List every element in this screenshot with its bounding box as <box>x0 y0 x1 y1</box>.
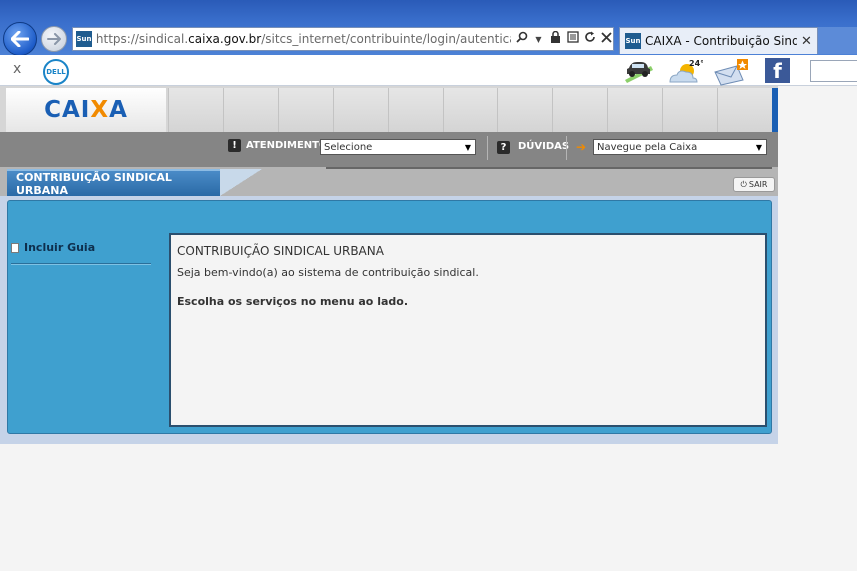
atendimento-label: ATENDIMENTO <box>246 140 328 151</box>
forward-button[interactable] <box>41 26 67 52</box>
document-icon <box>11 242 19 253</box>
address-bar[interactable]: Sun https://sindical.caixa.gov.br/sitcs_… <box>72 27 614 51</box>
header-blue-stripe <box>772 88 778 132</box>
navegue-select-value: Navegue pela Caixa <box>597 141 698 153</box>
mail-favorites-icon[interactable] <box>713 58 748 86</box>
chevron-down-icon: ▼ <box>755 142 763 152</box>
content-box: CONTRIBUIÇÃO SINDICAL URBANA Seja bem-vi… <box>169 233 767 427</box>
section-tab-contribuicao[interactable]: CONTRIBUIÇÃO SINDICAL URBANA <box>7 169 220 197</box>
page-header: CAIXA <box>0 86 778 132</box>
navegue-select[interactable]: Navegue pela Caixa ▼ <box>593 139 767 155</box>
atendimento-select-value: Selecione <box>324 141 373 153</box>
content-title: CONTRIBUIÇÃO SINDICAL URBANA <box>177 244 384 258</box>
sair-label: SAIR <box>748 180 768 189</box>
nav-divider <box>566 136 567 160</box>
refresh-icon[interactable] <box>583 31 596 47</box>
section-bar: CONTRIBUIÇÃO SINDICAL URBANA ⏻ SAIR <box>0 167 778 197</box>
stop-icon[interactable] <box>600 31 613 47</box>
browser-toolbar: x DELL 24° f <box>0 55 857 86</box>
toolbar-search-input[interactable] <box>810 60 857 82</box>
lock-icon[interactable] <box>549 30 562 47</box>
weather-icon[interactable]: 24° <box>667 58 704 84</box>
browser-titlebar: Sun https://sindical.caixa.gov.br/sitcs_… <box>0 0 857 56</box>
tab-close-icon[interactable]: ✕ <box>801 34 812 49</box>
url-domain: caixa.gov.br <box>188 32 262 46</box>
sair-button[interactable]: ⏻ SAIR <box>733 177 775 192</box>
search-icon[interactable] <box>515 31 528 47</box>
header-banner-cells <box>168 88 772 132</box>
new-tab-area[interactable] <box>818 27 857 54</box>
duvidas-link[interactable]: DÚVIDAS <box>518 141 569 152</box>
sidebar-item-incluir-guia[interactable]: Incluir Guia <box>11 241 95 254</box>
site-favicon-icon: Sun <box>76 31 92 47</box>
nav-underline <box>326 167 772 169</box>
browser-tab[interactable]: Sun CAIXA - Contribuição Sindi... ✕ <box>619 27 818 54</box>
caixa-logo-text: CAIXA <box>44 97 128 123</box>
section-tab-slant <box>220 169 262 196</box>
address-bar-icons: ▼ <box>515 30 613 47</box>
url-text[interactable]: https://sindical.caixa.gov.br/sitcs_inte… <box>96 32 511 46</box>
nav-divider <box>487 136 488 160</box>
caixa-logo[interactable]: CAIXA <box>6 88 166 132</box>
tab-favicon-icon: Sun <box>625 33 641 49</box>
arrow-right-icon: ➔ <box>576 140 587 154</box>
car-icon[interactable] <box>623 58 653 84</box>
sidebar-divider <box>11 263 151 264</box>
dropdown-arrow-icon[interactable]: ▼ <box>532 35 545 44</box>
top-nav-bar: ! ATENDIMENTO Selecione ▼ ? DÚVIDAS ➔ Na… <box>0 132 778 167</box>
weather-temp: 24° <box>689 59 703 68</box>
instruction-text: Escolha os serviços no menu ao lado. <box>177 295 408 308</box>
welcome-text: Seja bem-vindo(a) ao sistema de contribu… <box>177 266 479 279</box>
facebook-icon[interactable]: f <box>765 58 790 83</box>
forward-arrow-icon <box>47 33 61 45</box>
atendimento-select[interactable]: Selecione ▼ <box>320 139 476 155</box>
compatibility-view-icon[interactable] <box>566 31 579 47</box>
tab-title: CAIXA - Contribuição Sindi... <box>645 34 797 48</box>
toolbar-close-icon[interactable]: x <box>13 61 21 77</box>
caixa-page: CAIXA ! ATENDIMENTO Selecione ▼ ? DÚVIDA… <box>0 86 778 444</box>
dell-logo-icon[interactable]: DELL <box>43 59 69 85</box>
back-button[interactable] <box>3 22 37 56</box>
question-icon: ? <box>497 141 510 154</box>
back-arrow-icon <box>11 31 29 47</box>
main-panel: Incluir Guia CONTRIBUIÇÃO SINDICAL URBAN… <box>7 200 772 434</box>
chevron-down-icon: ▼ <box>464 142 472 152</box>
url-prefix: https://sindical. <box>95 32 189 46</box>
power-icon: ⏻ <box>740 179 747 189</box>
url-path: /sitcs_internet/contribuinte/login/auten… <box>261 32 511 46</box>
atendimento-group: ! ATENDIMENTO <box>228 139 327 152</box>
sidebar-item-label: Incluir Guia <box>24 241 96 254</box>
exclamation-icon: ! <box>228 139 241 152</box>
